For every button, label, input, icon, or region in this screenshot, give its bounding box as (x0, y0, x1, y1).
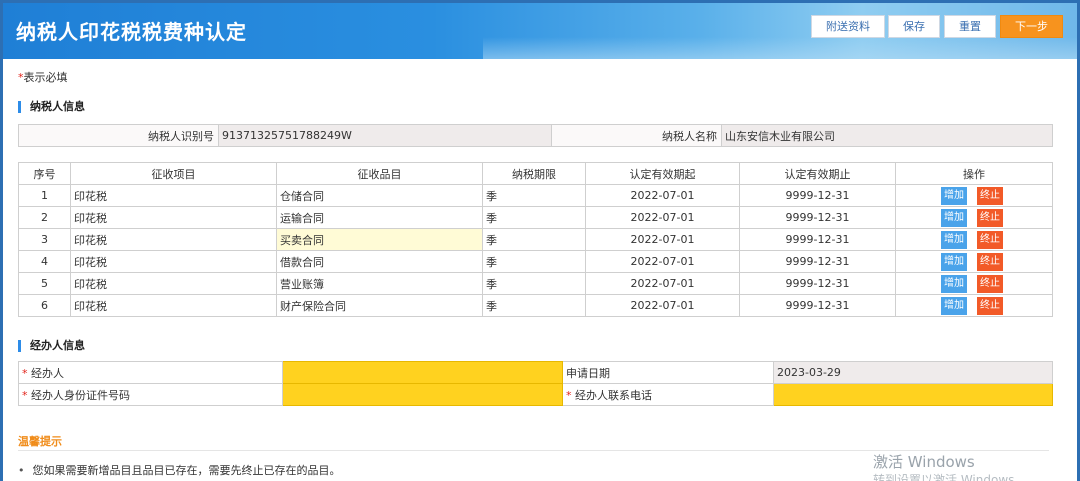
col-header-actions: 操作 (895, 162, 1053, 185)
row-period: 季 (482, 228, 586, 251)
row-no: 6 (18, 294, 71, 317)
tip-item: 您如果需要新增品目且品目已存在，需要先终止已存在的品目。 (18, 462, 341, 478)
row-item: 仓储合同 (276, 184, 483, 207)
row-project: 印花税 (70, 250, 277, 273)
apply-date-label: 申请日期 (562, 361, 774, 384)
row-period: 季 (482, 250, 586, 273)
row-no: 3 (18, 228, 71, 251)
terminate-button[interactable]: 终止 (977, 252, 1003, 271)
attach-button[interactable]: 附送资料 (811, 15, 885, 38)
row-no: 2 (18, 206, 71, 229)
row-end-date: 9999-12-31 (739, 250, 896, 273)
agent-phone-label: * 经办人联系电话 (562, 383, 774, 406)
col-header-no: 序号 (18, 162, 71, 185)
activation-watermark: 激活 Windows (873, 453, 975, 471)
row-item: 运输合同 (276, 206, 483, 229)
terminate-button[interactable]: 终止 (977, 274, 1003, 293)
row-end-date: 9999-12-31 (739, 228, 896, 251)
col-header-end: 认定有效期止 (739, 162, 896, 185)
table-header-row: 序号 征收项目 征收品目 纳税期限 认定有效期起 认定有效期止 操作 (18, 162, 1053, 185)
table-row: 2 印花税 运输合同 季 2022-07-01 9999-12-31 增加 终止 (18, 206, 1053, 229)
row-actions: 增加 终止 (895, 228, 1053, 251)
terminate-button[interactable]: 终止 (977, 296, 1003, 315)
taxpayer-info-table: 纳税人识别号 91371325751788249W 纳税人名称 山东安信木业有限… (18, 124, 1053, 147)
row-end-date: 9999-12-31 (739, 206, 896, 229)
terminate-button[interactable]: 终止 (977, 230, 1003, 249)
row-item: 买卖合同 (276, 228, 483, 251)
agent-name-label: * 经办人 (18, 361, 283, 384)
page-header: 纳税人印花税税费种认定 附送资料 保存 重置 下一步 (3, 3, 1077, 59)
table-row: 1 印花税 仓储合同 季 2022-07-01 9999-12-31 增加 终止 (18, 184, 1053, 207)
table-row: 4 印花税 借款合同 季 2022-07-01 9999-12-31 增加 终止 (18, 250, 1053, 273)
agent-id-label: * 经办人身份证件号码 (18, 383, 283, 406)
terminate-button[interactable]: 终止 (977, 186, 1003, 205)
row-project: 印花税 (70, 228, 277, 251)
col-header-period: 纳税期限 (482, 162, 586, 185)
row-no: 5 (18, 272, 71, 295)
taxpayer-id-value: 91371325751788249W (218, 124, 552, 147)
row-actions: 增加 终止 (895, 272, 1053, 295)
taxpayer-id-label: 纳税人识别号 (18, 124, 219, 147)
taxpayer-name-value: 山东安信木业有限公司 (721, 124, 1053, 147)
apply-date-value: 2023-03-29 (773, 361, 1053, 384)
row-item: 营业账簿 (276, 272, 483, 295)
table-row: 5 印花税 营业账簿 季 2022-07-01 9999-12-31 增加 终止 (18, 272, 1053, 295)
app-window: 纳税人印花税税费种认定 附送资料 保存 重置 下一步 *表示必填 纳税人信息 纳… (3, 3, 1077, 481)
terminate-button[interactable]: 终止 (977, 208, 1003, 227)
table-row: 6 印花税 财产保险合同 季 2022-07-01 9999-12-31 增加终… (18, 294, 1053, 317)
required-note: *表示必填 (18, 69, 68, 85)
add-button[interactable]: 增加 (941, 274, 967, 293)
next-step-button[interactable]: 下一步 (1000, 15, 1063, 38)
row-period: 季 (482, 184, 586, 207)
row-start-date: 2022-07-01 (585, 272, 740, 295)
col-header-start: 认定有效期起 (585, 162, 740, 185)
taxpayer-name-label: 纳税人名称 (551, 124, 722, 147)
row-actions: 增加 终止 (895, 184, 1053, 207)
row-no: 4 (18, 250, 71, 273)
agent-info-table: * 经办人 申请日期 2023-03-29 * 经办人身份证件号码 * 经办人联… (18, 361, 1053, 406)
add-button[interactable]: 增加 (941, 186, 967, 205)
tips-title: 温馨提示 (18, 435, 62, 448)
agent-id-input[interactable] (282, 383, 563, 406)
reset-button[interactable]: 重置 (944, 15, 996, 38)
row-period: 季 (482, 206, 586, 229)
row-end-date: 9999-12-31 (739, 294, 896, 317)
add-button[interactable]: 增加 (941, 252, 967, 271)
table-row: 3 印花税 买卖合同 季 2022-07-01 9999-12-31 增加 终止 (18, 228, 1053, 251)
activation-watermark-sub: 转到设置以激活 Windows (873, 473, 1015, 481)
row-start-date: 2022-07-01 (585, 184, 740, 207)
taxpayer-section-title: 纳税人信息 (18, 101, 85, 113)
row-actions: 增加 终止 (895, 250, 1053, 273)
agent-phone-input[interactable] (773, 383, 1053, 406)
page-title: 纳税人印花税税费种认定 (16, 20, 247, 44)
agent-section-title: 经办人信息 (18, 340, 85, 352)
row-period: 季 (482, 294, 586, 317)
row-project: 印花税 (70, 294, 277, 317)
row-period: 季 (482, 272, 586, 295)
row-project: 印花税 (70, 206, 277, 229)
save-button[interactable]: 保存 (888, 15, 940, 38)
tax-items-table: 序号 征收项目 征收品目 纳税期限 认定有效期起 认定有效期止 操作 1 印花税… (18, 162, 1053, 317)
row-actions: 增加 终止 (895, 206, 1053, 229)
add-button[interactable]: 增加 (941, 296, 967, 315)
row-item: 财产保险合同 (276, 294, 483, 317)
row-end-date: 9999-12-31 (739, 184, 896, 207)
row-actions: 增加 终止 (895, 294, 1053, 317)
add-button[interactable]: 增加 (941, 230, 967, 249)
row-end-date: 9999-12-31 (739, 272, 896, 295)
col-header-project: 征收项目 (70, 162, 277, 185)
required-note-text: 表示必填 (23, 71, 68, 84)
row-start-date: 2022-07-01 (585, 250, 740, 273)
row-project: 印花税 (70, 272, 277, 295)
row-start-date: 2022-07-01 (585, 228, 740, 251)
col-header-item: 征收品目 (276, 162, 483, 185)
row-start-date: 2022-07-01 (585, 294, 740, 317)
row-item: 借款合同 (276, 250, 483, 273)
row-no: 1 (18, 184, 71, 207)
row-start-date: 2022-07-01 (585, 206, 740, 229)
agent-name-input[interactable] (282, 361, 563, 384)
row-project: 印花税 (70, 184, 277, 207)
add-button[interactable]: 增加 (941, 208, 967, 227)
